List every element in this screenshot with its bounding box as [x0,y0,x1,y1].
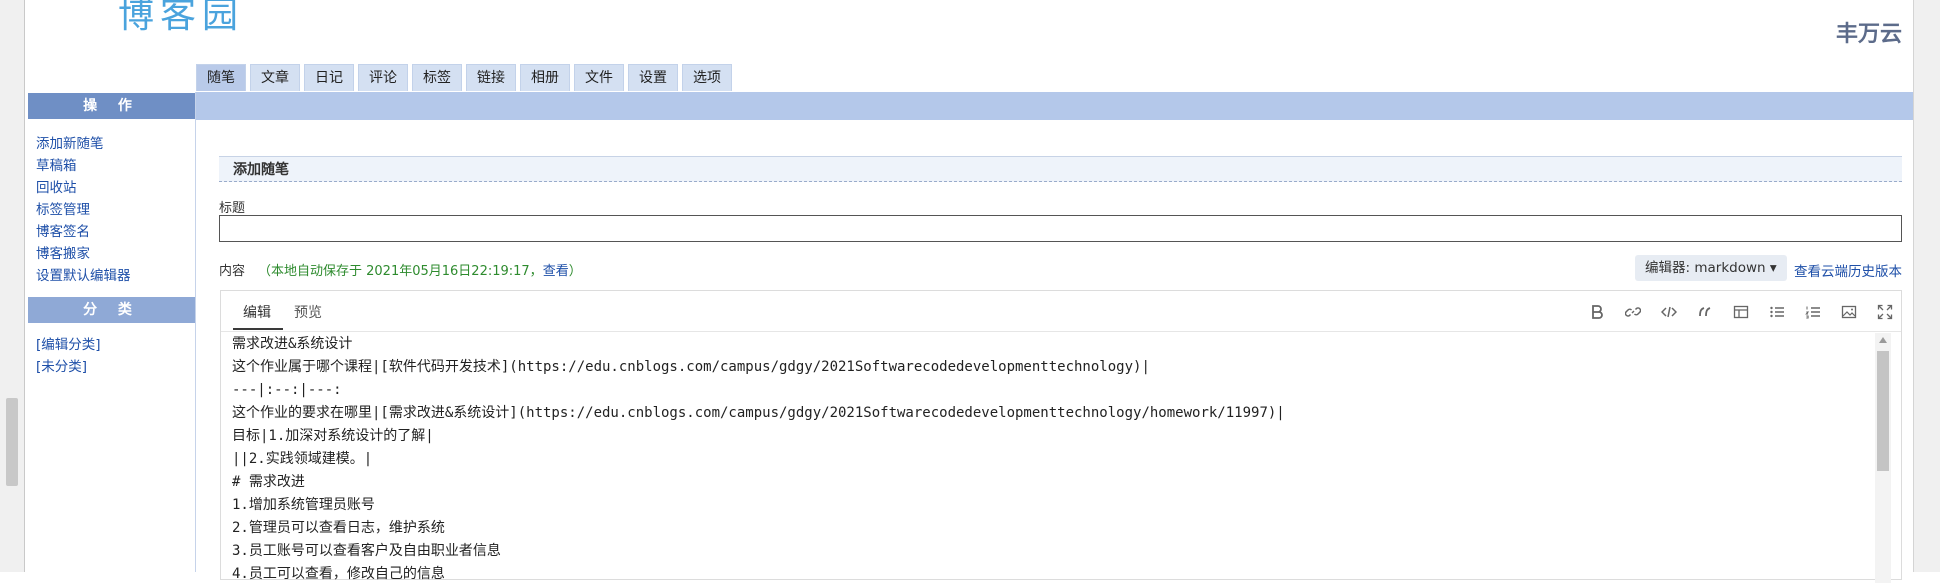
scroll-up-arrow-icon[interactable] [1879,337,1887,343]
right-gutter [1913,0,1940,572]
code-line: 4.员工可以查看，修改自己的信息 [232,566,445,582]
sidebar-divider [195,92,196,572]
sidebar-item-uncategorized[interactable]: [未分类] [36,356,101,378]
sidebar-item-drafts[interactable]: 草稿箱 [36,155,131,177]
sidebar-item-tag-management[interactable]: 标签管理 [36,199,131,221]
outer-scrollbar-thumb[interactable] [6,398,18,486]
code-line: 这个作业属于哪个课程|[软件代码开发技术](https://edu.cnblog… [232,359,1150,375]
sidebar-item-add-post[interactable]: 添加新随笔 [36,133,131,155]
editor-tab-edit[interactable]: 编辑 [243,302,271,322]
username[interactable]: 丰万云 [1836,16,1902,48]
sidebar-ops-header: 操 作 [28,93,195,119]
bold-icon[interactable] [1588,303,1606,321]
sidebar-item-blog-migration[interactable]: 博客搬家 [36,243,131,265]
code-line: # 需求改进 [232,474,305,490]
sidebar-item-default-editor[interactable]: 设置默认编辑器 [36,265,131,287]
tab-articles[interactable]: 文章 [250,64,300,91]
tab-tags[interactable]: 标签 [412,64,462,91]
section-title: 添加随笔 [219,156,1902,182]
code-line: ||2.实践领域建模。| [232,451,373,467]
editor-toolbar: 编辑 预览 [221,291,1901,332]
editor-scrollbar[interactable] [1875,333,1891,583]
code-line: 需求改进&系统设计 [232,336,353,352]
chevron-down-icon: ▾ [1769,260,1777,276]
code-icon[interactable] [1660,303,1678,321]
autosave-text: （本地自动保存于 2021年05月16日22:19:17， [258,264,543,279]
image-icon[interactable] [1840,303,1858,321]
editor-scrollbar-thumb[interactable] [1877,351,1889,471]
autosave-view-link[interactable]: 查看 [543,264,569,279]
code-line: 这个作业的要求在哪里|[需求改进&系统设计](https://edu.cnblo… [232,405,1285,421]
main-tabs: 随笔 文章 日记 评论 标签 链接 相册 文件 设置 选项 [196,64,736,92]
tab-links[interactable]: 链接 [466,64,516,91]
editor-type-select[interactable]: 编辑器: markdown ▾ [1635,255,1787,281]
tab-diary[interactable]: 日记 [304,64,354,91]
left-gutter-border [24,0,25,572]
quote-icon[interactable] [1696,303,1714,321]
content-label: 内容 [219,264,246,279]
table-icon[interactable] [1732,303,1750,321]
bulleted-list-icon[interactable] [1768,303,1786,321]
numbered-list-icon[interactable] [1804,303,1822,321]
tab-comments[interactable]: 评论 [358,64,408,91]
tab-posts[interactable]: 随笔 [196,64,246,91]
active-tab-underline [233,328,283,330]
left-gutter [0,0,25,572]
sidebar-category-links: [编辑分类] [未分类] [36,334,101,378]
sidebar-ops-links: 添加新随笔 草稿箱 回收站 标签管理 博客签名 博客搬家 设置默认编辑器 [36,133,131,287]
site-logo[interactable]: 博客园 [118,0,244,38]
editor-tab-preview[interactable]: 预览 [294,302,322,322]
tab-albums[interactable]: 相册 [520,64,570,91]
right-gutter-border [1913,0,1914,572]
code-line: 目标|1.加深对系统设计的了解| [232,428,434,444]
code-line: 1.增加系统管理员账号 [232,497,375,513]
autosave-status: （本地自动保存于 2021年05月16日22:19:17，查看） [258,260,582,279]
autosave-suffix: ） [568,264,582,279]
sidebar-item-edit-categories[interactable]: [编辑分类] [36,334,101,356]
markdown-editor: 编辑 预览 需求改进&系统设计 这个作业属于哪个课程|[软件代码开发技术](ht… [220,290,1902,583]
title-input[interactable] [219,215,1902,242]
fullscreen-icon[interactable] [1876,303,1894,321]
title-label: 标题 [219,201,246,216]
cloud-history-link[interactable]: 查看云端历史版本 [1794,260,1902,280]
sidebar-category-header: 分 类 [28,297,195,323]
tab-options[interactable]: 选项 [682,64,732,91]
code-line: 2.管理员可以查看日志，维护系统 [232,520,445,536]
sidebar-item-recycle-bin[interactable]: 回收站 [36,177,131,199]
tab-settings[interactable]: 设置 [628,64,678,91]
sidebar-item-blog-signature[interactable]: 博客签名 [36,221,131,243]
content-header-bar [196,92,1913,120]
code-line: ---|:--:|---: [232,382,342,398]
link-icon[interactable] [1624,303,1642,321]
markdown-textarea[interactable]: 需求改进&系统设计这个作业属于哪个课程|[软件代码开发技术](https://e… [232,333,1872,586]
code-line: 3.员工账号可以查看客户及自由职业者信息 [232,543,501,559]
editor-type-value: 编辑器: markdown [1645,260,1766,276]
tab-files[interactable]: 文件 [574,64,624,91]
